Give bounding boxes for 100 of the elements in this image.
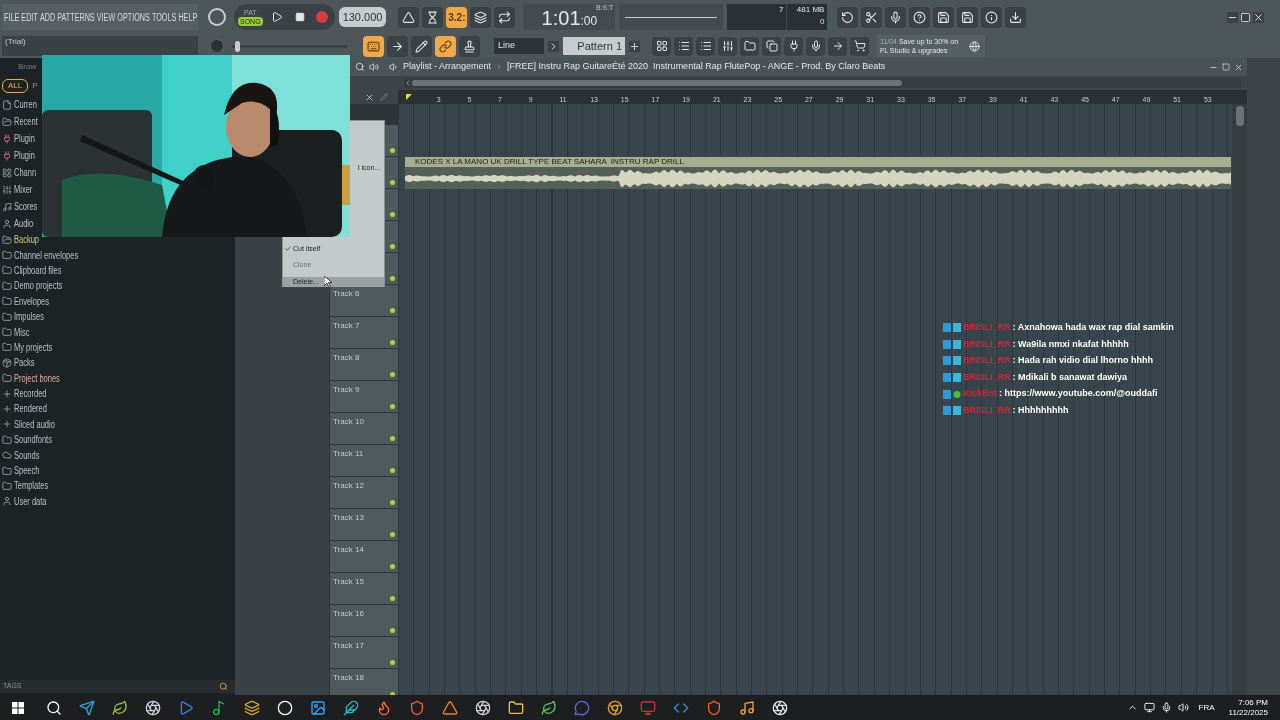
play-icon[interactable] — [270, 11, 283, 23]
browser-item[interactable]: User data — [14, 493, 47, 509]
browser-tab[interactable]: ALL — [2, 79, 29, 93]
close-icon[interactable] — [1253, 11, 1264, 23]
browser-item[interactable]: Curren — [14, 97, 37, 112]
mute-light[interactable] — [390, 564, 395, 569]
feather-icon[interactable] — [343, 699, 359, 716]
chat-icon[interactable] — [574, 699, 590, 716]
browser-item[interactable]: Rendered — [14, 401, 47, 417]
track-header[interactable]: Track 17 — [330, 637, 398, 669]
browser-item[interactable]: Plugin — [14, 148, 35, 163]
toggle-button[interactable] — [422, 6, 444, 28]
menu-item[interactable]: HELP — [178, 9, 198, 25]
paper-plane-icon[interactable] — [79, 699, 95, 716]
zoom-icon[interactable] — [355, 62, 365, 72]
track-header[interactable]: Track 12 — [330, 477, 398, 509]
clock-time[interactable]: 7:06 PM — [1238, 697, 1268, 708]
music-icon[interactable] — [739, 699, 755, 716]
leaf-icon[interactable] — [541, 699, 557, 716]
tool-button[interactable] — [411, 35, 432, 57]
stop-icon[interactable] — [294, 12, 305, 22]
track-header[interactable]: Track 7 — [330, 317, 398, 349]
shield-icon[interactable] — [706, 699, 722, 716]
browser-item[interactable]: Packs — [14, 355, 35, 371]
microphone-icon[interactable] — [889, 10, 903, 24]
track-header[interactable]: Track 14 — [330, 541, 398, 573]
triangle-icon[interactable] — [442, 699, 458, 716]
copy-icon[interactable] — [765, 40, 778, 52]
language-indicator[interactable]: FRA — [1198, 701, 1215, 714]
browser-item[interactable]: Clipboard files — [14, 262, 62, 278]
mute-light[interactable] — [390, 180, 395, 185]
mute-light[interactable] — [390, 468, 395, 473]
maximize-icon[interactable] — [1222, 63, 1230, 71]
plug-icon[interactable] — [787, 40, 800, 52]
speaker-icon[interactable] — [389, 62, 399, 72]
globe-icon[interactable] — [969, 40, 981, 52]
menu-item[interactable]: TOOLS — [151, 9, 177, 25]
arrow-icon[interactable] — [831, 40, 844, 52]
track-header[interactable]: Track 8 — [330, 349, 398, 381]
track-header[interactable]: Track 15 — [330, 573, 398, 605]
vertical-scrollbar[interactable] — [1232, 104, 1247, 695]
pattern-selector[interactable]: Pattern 1 — [563, 37, 625, 55]
layers-icon[interactable] — [244, 699, 260, 716]
mute-light[interactable] — [390, 276, 395, 281]
browser-item[interactable]: Recent — [14, 114, 38, 129]
microphone-icon[interactable] — [809, 40, 822, 52]
help-icon[interactable] — [913, 10, 927, 24]
menu-item[interactable]: OPTIONS — [117, 9, 150, 25]
browser-item[interactable]: Impulses — [14, 309, 44, 325]
save-icon[interactable] — [937, 10, 951, 24]
menu-item[interactable]: ADD — [39, 9, 56, 25]
browser-item[interactable]: Sounds — [14, 447, 40, 463]
scissors-icon[interactable] — [865, 10, 879, 24]
track-header[interactable]: Track 9 — [330, 381, 398, 413]
sliders-icon[interactable] — [721, 40, 734, 52]
browser-item[interactable]: Project bones — [14, 370, 60, 386]
browser-item[interactable]: Demo projects — [14, 278, 63, 294]
reset-icon[interactable] — [841, 10, 855, 24]
minimize-icon[interactable] — [1227, 11, 1238, 23]
leaf-icon[interactable] — [112, 699, 128, 716]
toggle-button[interactable] — [398, 6, 420, 28]
folder-icon[interactable] — [743, 40, 756, 52]
close-icon[interactable] — [365, 92, 374, 102]
mute-light[interactable] — [390, 340, 395, 345]
aperture-icon[interactable] — [145, 699, 161, 716]
search-icon[interactable] — [46, 699, 62, 716]
aperture-icon[interactable] — [772, 699, 788, 716]
close-icon[interactable] — [1234, 62, 1243, 72]
music-icon[interactable] — [211, 699, 227, 716]
folder-icon[interactable] — [508, 699, 524, 716]
aperture-icon[interactable] — [475, 699, 491, 716]
audio-clip[interactable]: KODES X LA MANO UK DRILL TYPE BEAT SAHARA INSTRU RAP DRILL — [405, 157, 1231, 189]
mute-light[interactable] — [390, 532, 395, 537]
mute-light[interactable] — [390, 500, 395, 505]
browser-item[interactable]: Sliced audio — [14, 416, 55, 432]
mute-light[interactable] — [390, 308, 395, 313]
monitor-icon[interactable] — [1143, 702, 1155, 713]
add-icon[interactable] — [629, 40, 640, 52]
shield-icon[interactable] — [409, 699, 425, 716]
download-icon[interactable] — [1009, 10, 1023, 24]
microphone-icon[interactable] — [1160, 702, 1172, 713]
toggle-button[interactable] — [494, 6, 516, 28]
browser-item[interactable]: Envelopes — [14, 293, 50, 309]
mute-light[interactable] — [390, 404, 395, 409]
mute-light[interactable] — [390, 628, 395, 633]
list-icon[interactable] — [677, 40, 690, 52]
browser-item[interactable]: Plugin — [14, 131, 35, 146]
toggle-button[interactable] — [470, 6, 492, 28]
arrow-icon[interactable] — [548, 40, 559, 52]
list-icon[interactable] — [699, 40, 712, 52]
save-icon[interactable] — [961, 10, 975, 24]
mute-light[interactable] — [390, 372, 395, 377]
tool-button[interactable] — [459, 35, 480, 57]
tool-button[interactable] — [363, 35, 384, 57]
tool-button[interactable] — [387, 35, 408, 57]
browser-item[interactable]: Misc — [14, 324, 30, 340]
circle-icon[interactable] — [277, 699, 293, 716]
grid-icon[interactable] — [655, 40, 668, 52]
mute-light[interactable] — [390, 660, 395, 665]
tool-button[interactable] — [435, 35, 456, 57]
